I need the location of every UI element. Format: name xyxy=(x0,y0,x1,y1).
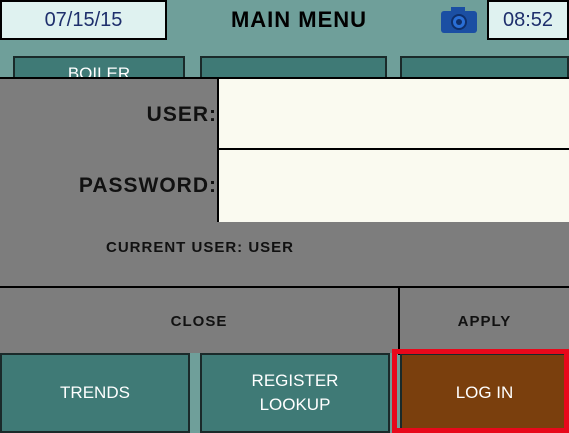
password-label: PASSWORD: xyxy=(78,174,217,197)
register-lookup-button[interactable]: REGISTER LOOKUP xyxy=(200,353,390,433)
password-input[interactable] xyxy=(217,150,569,222)
user-input[interactable] xyxy=(217,79,569,150)
time-display: 08:52 xyxy=(487,0,569,40)
page-title: MAIN MENU xyxy=(167,0,431,40)
login-dialog: USER: PASSWORD: CURRENT USER: USER CLOSE… xyxy=(0,77,569,355)
user-label: USER: xyxy=(146,103,217,126)
register-lookup-line2: LOOKUP xyxy=(259,395,331,414)
date-display: 07/15/15 xyxy=(0,0,167,40)
current-user-status: CURRENT USER: USER xyxy=(105,239,294,256)
trends-button[interactable]: TRENDS xyxy=(0,353,190,433)
close-button[interactable]: CLOSE xyxy=(0,288,400,355)
hmi-screen: 07/15/15 MAIN MENU 08:52 BOILER USER: PA… xyxy=(0,0,569,433)
log-in-highlight xyxy=(392,349,569,433)
register-lookup-line1: REGISTER xyxy=(251,371,339,390)
camera-icon-graphic xyxy=(441,7,477,33)
apply-button[interactable]: APPLY xyxy=(400,288,569,355)
camera-icon[interactable] xyxy=(431,0,487,40)
register-lookup-label: REGISTER LOOKUP xyxy=(252,369,339,417)
